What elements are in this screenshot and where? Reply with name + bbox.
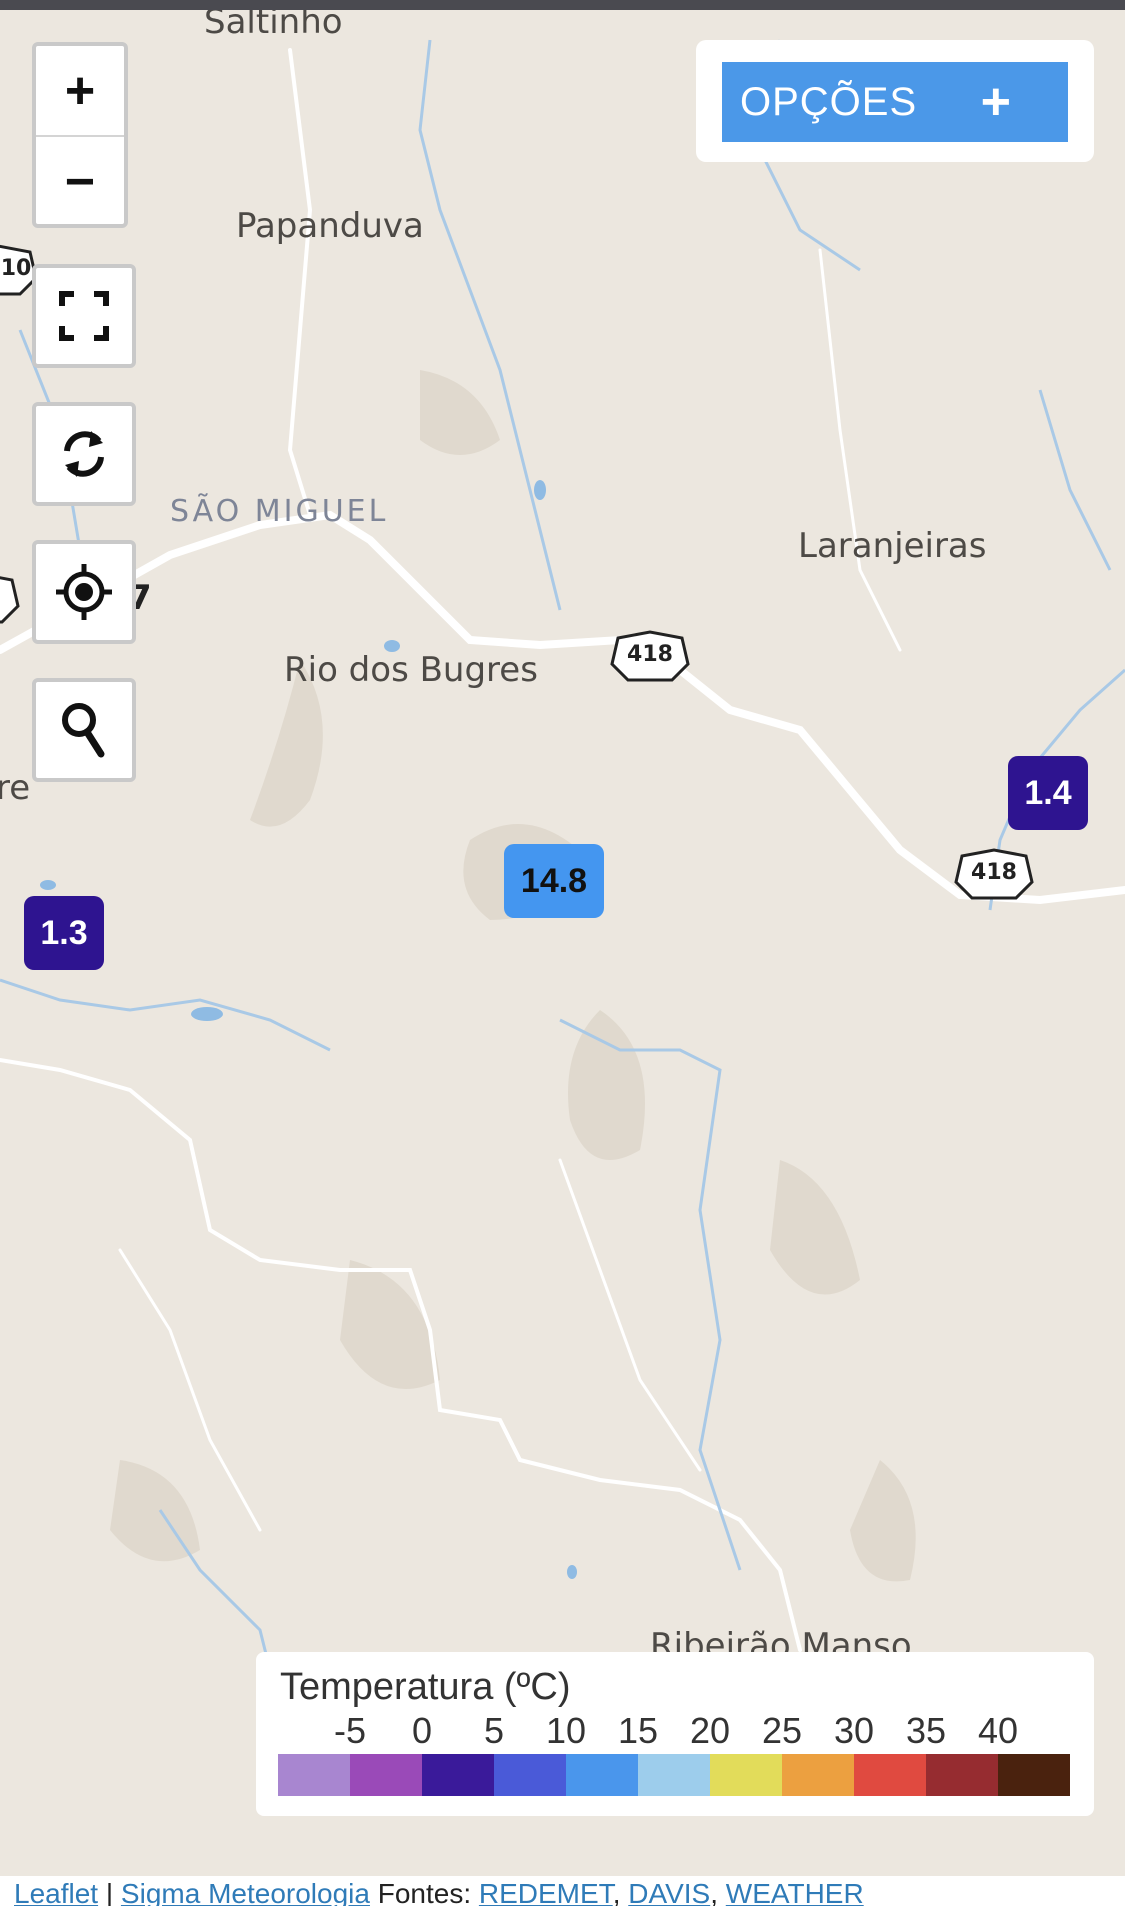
weather-link[interactable]: WEATHER xyxy=(726,1878,864,1906)
expand-plus-icon: + xyxy=(980,73,1012,131)
legend-tick-label: 10 xyxy=(545,1710,587,1751)
legend-color-swatch xyxy=(998,1754,1070,1796)
legend-color-swatch xyxy=(494,1754,566,1796)
legend-tick-label: 15 xyxy=(617,1710,659,1751)
attribution-comma: , xyxy=(612,1878,629,1906)
refresh-icon xyxy=(64,431,104,477)
legend-tick-label: -5 xyxy=(333,1710,366,1751)
legend-color-swatch xyxy=(638,1754,710,1796)
legend-title: Temperatura (ºC) xyxy=(280,1666,571,1708)
redemet-link[interactable]: REDEMET xyxy=(479,1878,613,1906)
fullscreen-icon xyxy=(59,291,109,341)
refresh-button[interactable] xyxy=(32,402,136,506)
legend-tick-label: 5 xyxy=(483,1710,505,1751)
road-shield-number: 418 xyxy=(627,642,673,667)
legend-color-swatch xyxy=(854,1754,926,1796)
place-label-saltinho: Saltinho xyxy=(204,10,343,42)
options-label: OPÇÕES xyxy=(740,79,918,124)
place-label-rio-dos-bugres: Rio dos Bugres xyxy=(284,650,538,690)
map-base-layer xyxy=(0,10,1125,1876)
attribution-comma: , xyxy=(710,1878,726,1906)
legend-color-swatch xyxy=(782,1754,854,1796)
attribution-separator: | xyxy=(98,1878,121,1906)
legend-tick-label: 0 xyxy=(411,1710,433,1751)
options-panel: OPÇÕES + xyxy=(696,40,1094,162)
fullscreen-button[interactable] xyxy=(32,264,136,368)
road-shield-418-a: 418 xyxy=(608,630,692,682)
temperature-legend: Temperatura (ºC) -5 0 5 10 15 20 25 30 35 40 xyxy=(256,1652,1094,1816)
place-label-papanduva: Papanduva xyxy=(236,206,424,246)
legend-color-swatch xyxy=(350,1754,422,1796)
road-shield-number: 418 xyxy=(971,860,1017,885)
zoom-out-button[interactable]: − xyxy=(36,137,124,226)
temperature-marker-east[interactable]: 1.4 xyxy=(1008,756,1088,830)
zoom-in-button[interactable]: + xyxy=(36,46,124,137)
road-shield-418-b: 418 xyxy=(952,848,1036,900)
legend-color-scale xyxy=(278,1754,1070,1796)
legend-tick-label: 20 xyxy=(689,1710,731,1751)
options-button[interactable]: OPÇÕES + xyxy=(722,62,1068,142)
legend-tick-label: 35 xyxy=(905,1710,947,1751)
search-icon xyxy=(62,703,105,758)
temperature-marker-center[interactable]: 14.8 xyxy=(504,844,604,918)
road-shield-left-mid xyxy=(0,572,22,624)
place-label-laranjeiras: Laranjeiras xyxy=(798,526,987,566)
legend-color-swatch xyxy=(566,1754,638,1796)
legend-color-swatch xyxy=(926,1754,998,1796)
temperature-marker-west[interactable]: 1.3 xyxy=(24,896,104,970)
locate-button[interactable] xyxy=(32,540,136,644)
leaflet-link[interactable]: Leaflet xyxy=(14,1878,98,1906)
legend-ticks: -5 0 5 10 15 20 25 30 35 40 xyxy=(278,1710,1070,1752)
zoom-control: + − xyxy=(32,42,128,228)
legend-tick-label: 25 xyxy=(761,1710,803,1751)
place-label-edge-re: re xyxy=(0,768,31,808)
search-button[interactable] xyxy=(32,678,136,782)
map-canvas[interactable]: Saltinho Papanduva SÃO MIGUEL Laranjeira… xyxy=(0,10,1125,1876)
legend-tick-label: 30 xyxy=(833,1710,875,1751)
legend-color-swatch xyxy=(278,1754,350,1796)
davis-link[interactable]: DAVIS xyxy=(628,1878,710,1906)
attribution-fontes-label: Fontes: xyxy=(369,1878,479,1906)
road-shield-icon xyxy=(0,576,20,624)
sigma-meteorologia-link[interactable]: Sigma Meteorologia xyxy=(121,1878,370,1906)
legend-color-swatch xyxy=(422,1754,494,1796)
map-attribution: Leaflet | Sigma Meteorologia Fontes: RED… xyxy=(0,1876,1125,1906)
locate-icon xyxy=(56,564,112,620)
top-edge-bar xyxy=(0,0,1125,10)
legend-tick-label: 40 xyxy=(977,1710,1019,1751)
legend-color-swatch xyxy=(710,1754,782,1796)
place-label-sao-miguel: SÃO MIGUEL xyxy=(170,494,389,529)
